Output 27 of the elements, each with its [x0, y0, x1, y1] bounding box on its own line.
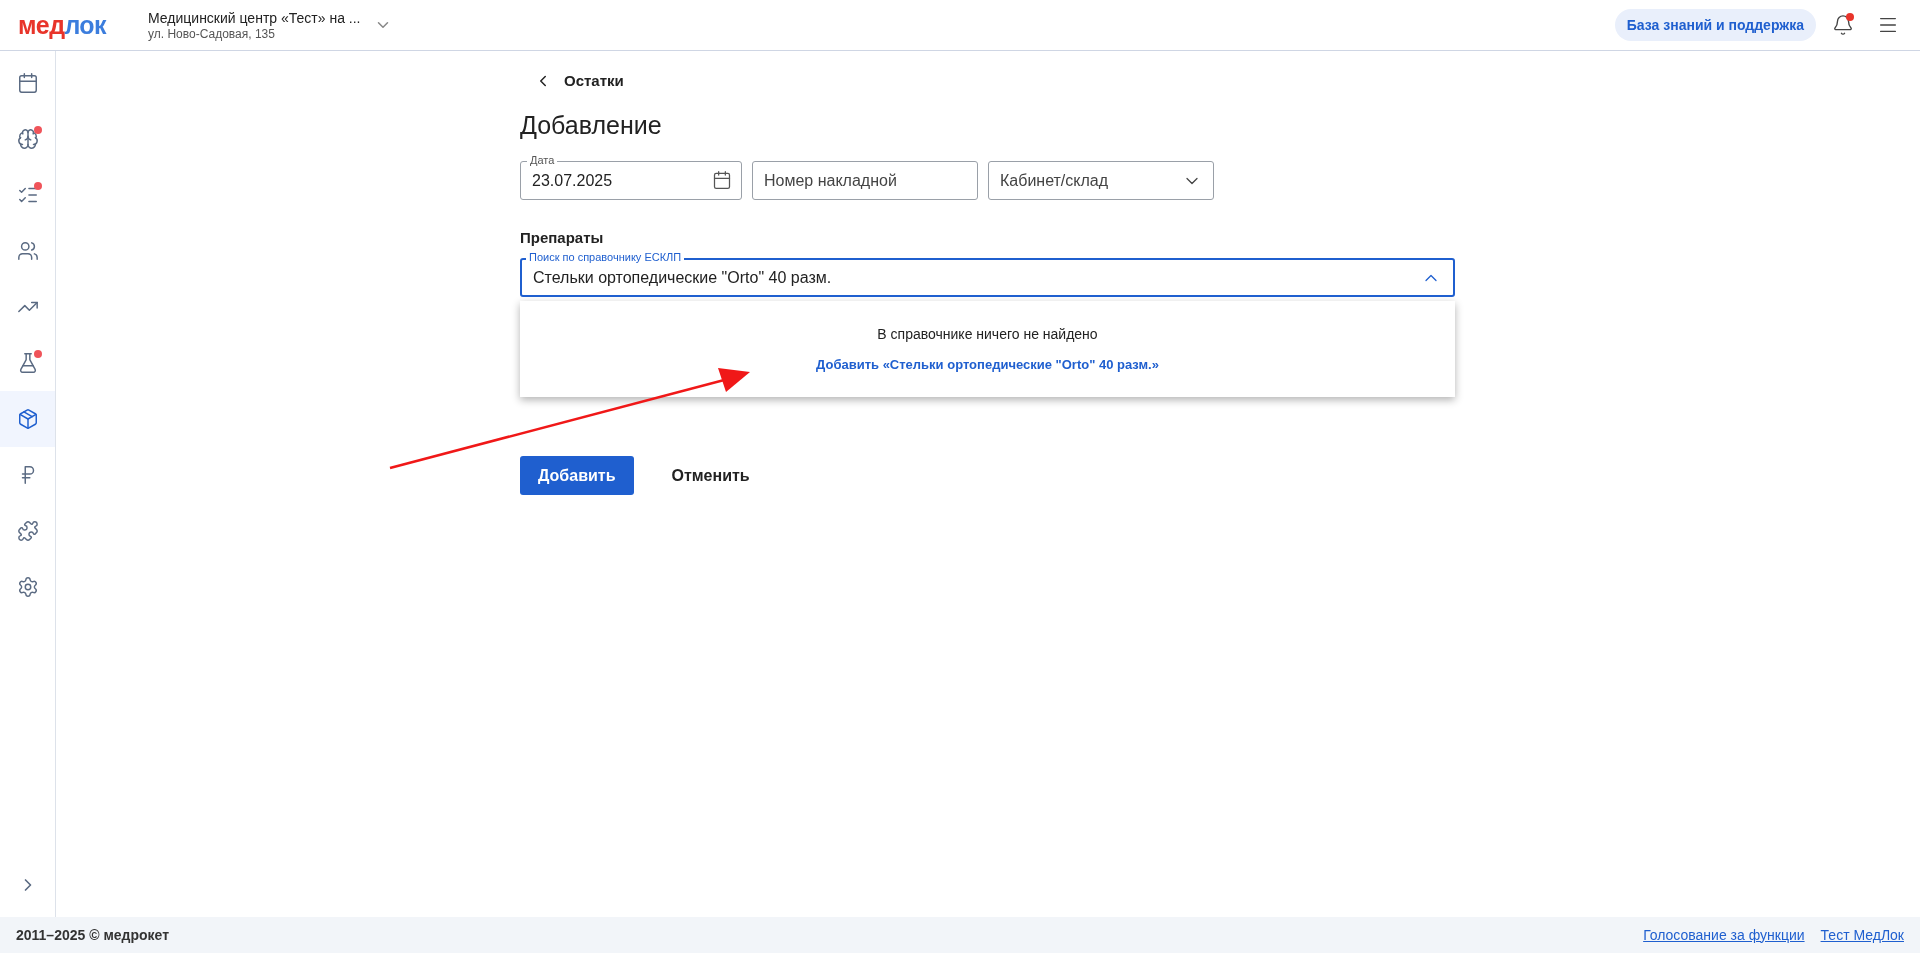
invoice-field[interactable]: Номер накладной — [752, 161, 978, 200]
box-icon — [16, 408, 39, 430]
search-label: Поиск по справочнику ЕСКЛП — [526, 251, 685, 264]
back-link[interactable]: Остатки — [534, 67, 624, 95]
copyright: 2011–2025 © медрокет — [16, 925, 169, 945]
footer-link[interactable]: Тест МедЛок — [1820, 924, 1904, 946]
logo: медлок — [18, 12, 108, 38]
calendar-icon[interactable] — [712, 170, 732, 190]
date-label: Дата — [527, 154, 558, 167]
clinic-selector[interactable]: Медицинский центр «Тест» на ... ул. Ново-Садовая, 135 — [148, 8, 393, 42]
puzzle-icon — [16, 520, 39, 542]
footer-link[interactable]: Голосование за функции — [1643, 924, 1805, 946]
brain-icon — [16, 128, 39, 150]
add-button[interactable]: Добавить — [520, 456, 634, 495]
page-title: Добавление — [520, 110, 663, 141]
cabinet-select[interactable]: Кабинет/склад — [988, 161, 1214, 200]
clinic-address: ул. Ново-Садовая, 135 — [148, 26, 276, 42]
empty-message: В справочнике ничего не найдено — [877, 324, 1098, 344]
support-button[interactable]: База знаний и поддержка — [1614, 9, 1816, 41]
add-item-link[interactable]: Добавить «Стельки ортопедические "Orto" 40 разм.» — [816, 354, 1159, 375]
clinic-name: Медицинский центр «Тест» на ... — [148, 8, 361, 27]
section-heading: Препараты — [520, 228, 605, 248]
cancel-button[interactable]: Отменить — [671, 456, 750, 495]
settings-icon — [16, 576, 39, 598]
sidebar-item[interactable] — [0, 391, 55, 447]
users-icon — [16, 240, 39, 262]
calendar-icon — [16, 72, 39, 94]
